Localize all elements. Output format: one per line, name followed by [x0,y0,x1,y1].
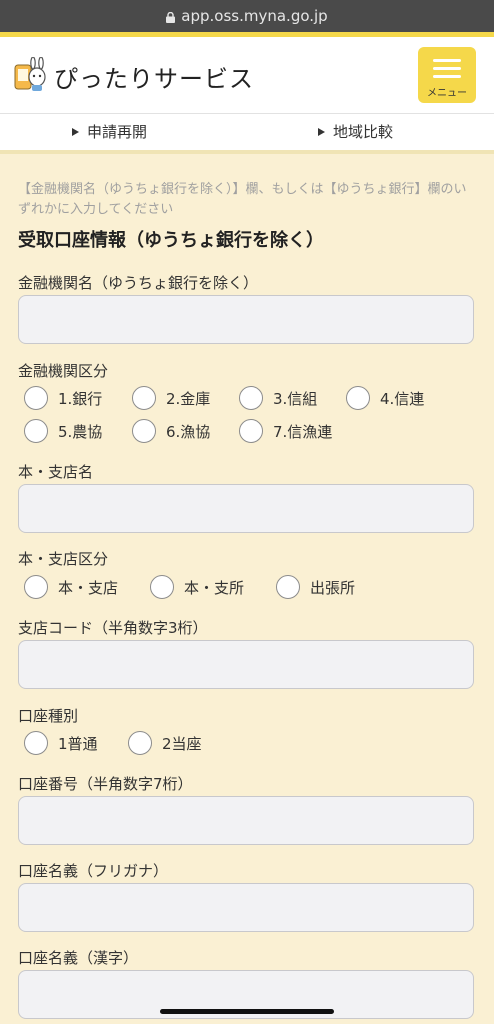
radio-circle [276,575,300,599]
section-title: 受取口座情報（ゆうちょ銀行を除く） [18,230,324,251]
bank-name-input[interactable] [18,295,474,344]
brand-title[interactable]: ぴったりサービス [54,59,254,94]
form-note: 【金融機関名（ゆうちょ銀行を除く）】欄、もしくは【ゆうちょ銀行】欄のいずれかに入… [18,182,467,217]
branch-type-label: 本・支店区分 [18,550,109,568]
radio-circle [132,419,156,443]
account-holder-kanji-label: 口座名義（漢字） [18,949,139,967]
home-indicator [160,1009,334,1014]
lock-icon [166,11,176,23]
hamburger-icon-line [433,75,461,78]
radio-circle [239,419,263,443]
radio-circle [24,575,48,599]
radio-label: 2当座 [162,735,202,753]
radio-label: 本・支店 [58,579,119,597]
radio-label: 3.信組 [273,390,318,408]
menu-button[interactable]: メニュー [418,47,476,103]
radio-label: 7.信漁連 [273,423,333,441]
radio-label: 2.金庫 [166,390,211,408]
account-number-input[interactable] [18,796,474,845]
mascot-logo-icon[interactable] [14,57,48,93]
radio-circle [24,419,48,443]
subnav-resume-application[interactable]: 申請再開 [72,114,147,150]
branch-name-label: 本・支店名 [18,463,94,481]
radio-label: 1.銀行 [58,390,103,408]
bank-type-label: 金融機関区分 [18,362,109,380]
radio-label: 5.農協 [58,423,103,441]
subnav-label: 地域比較 [333,123,394,141]
account-number-label: 口座番号（半角数字7桁） [18,775,193,793]
radio-label: 4.信連 [380,390,425,408]
bank-name-label: 金融機関名（ゆうちょ銀行を除く） [18,274,259,292]
radio-label: 本・支所 [184,579,245,597]
url-text: app.oss.myna.go.jp [181,7,328,25]
radio-circle [150,575,174,599]
browser-url-bar[interactable]: app.oss.myna.go.jp [0,0,494,32]
hamburger-icon [433,59,461,62]
site-header: ぴったりサービス メニュー [0,37,494,114]
radio-circle [24,731,48,755]
radio-label: 6.漁協 [166,423,211,441]
account-holder-kana-input[interactable] [18,883,474,932]
branch-code-label: 支店コード（半角数字3桁） [18,619,208,637]
branch-name-input[interactable] [18,484,474,533]
triangle-right-icon [72,128,79,136]
radio-circle [128,731,152,755]
radio-circle [239,386,263,410]
radio-label: 出張所 [310,579,356,597]
subnav-label: 申請再開 [87,123,148,141]
radio-circle [24,386,48,410]
subnav-region-compare[interactable]: 地域比較 [318,114,393,150]
account-type-label: 口座種別 [18,707,79,725]
sub-navigation: 申請再開 地域比較 [0,114,494,154]
menu-label: メニュー [427,88,467,99]
hamburger-icon-line [433,67,461,70]
radio-label: 1普通 [58,735,98,753]
radio-circle [346,386,370,410]
branch-code-input[interactable] [18,640,474,689]
account-holder-kana-label: 口座名義（フリガナ） [18,862,169,880]
radio-circle [132,386,156,410]
triangle-right-icon [318,128,325,136]
